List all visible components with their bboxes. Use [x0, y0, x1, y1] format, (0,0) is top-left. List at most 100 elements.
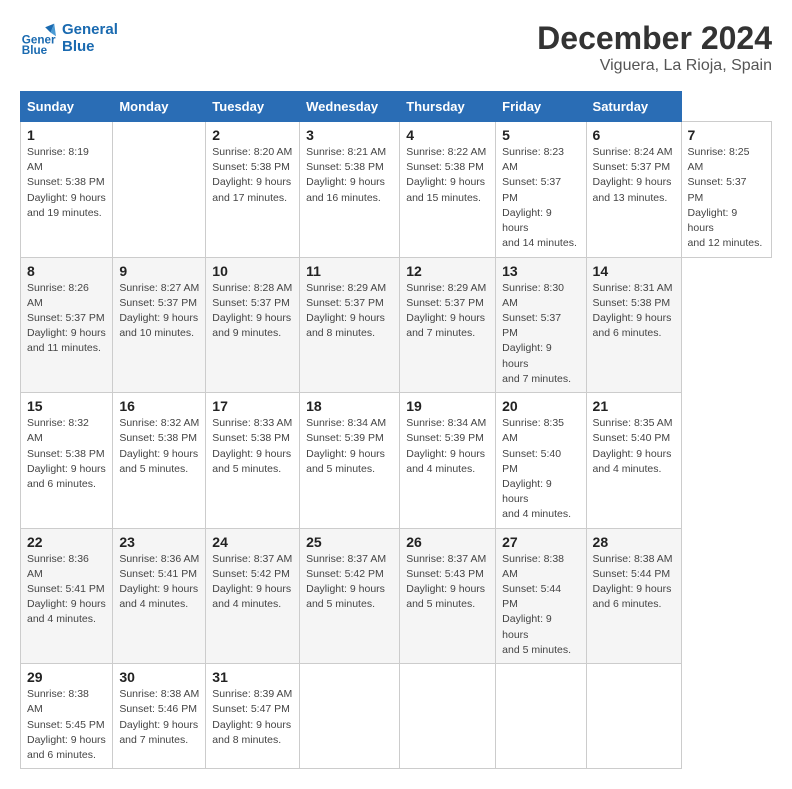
- day-info: Sunrise: 8:28 AMSunset: 5:37 PMDaylight:…: [212, 281, 293, 342]
- day-number: 9: [119, 263, 199, 279]
- calendar-cell-20: 20 Sunrise: 8:35 AMSunset: 5:40 PMDayligh…: [496, 393, 586, 529]
- title-block: December 2024 Viguera, La Rioja, Spain: [537, 20, 772, 75]
- calendar-cell-31: 31 Sunrise: 8:39 AMSunset: 5:47 PMDayligh…: [206, 664, 300, 769]
- day-info: Sunrise: 8:38 AMSunset: 5:45 PMDaylight:…: [27, 687, 106, 763]
- day-number: 18: [306, 398, 393, 414]
- day-header-monday: Monday: [113, 92, 206, 122]
- day-number: 22: [27, 534, 106, 550]
- svg-text:Blue: Blue: [22, 44, 48, 56]
- day-info: Sunrise: 8:36 AMSunset: 5:41 PMDaylight:…: [27, 552, 106, 628]
- day-number: 8: [27, 263, 106, 279]
- calendar-cell-29: 29Sunrise: 8:38 AMSunset: 5:45 PMDayligh…: [21, 664, 113, 769]
- day-info: Sunrise: 8:33 AMSunset: 5:38 PMDaylight:…: [212, 416, 293, 477]
- day-header-saturday: Saturday: [586, 92, 681, 122]
- day-info: Sunrise: 8:23 AMSunset: 5:37 PMDaylight:…: [502, 145, 579, 252]
- calendar-cell-18: 18 Sunrise: 8:34 AMSunset: 5:39 PMDayligh…: [300, 393, 400, 529]
- day-number: 21: [593, 398, 675, 414]
- calendar-week-5: 29Sunrise: 8:38 AMSunset: 5:45 PMDayligh…: [21, 664, 772, 769]
- calendar-cell-8: 8Sunrise: 8:26 AMSunset: 5:37 PMDaylight…: [21, 257, 113, 393]
- calendar-cell-1: 1 Sunrise: 8:19 AMSunset: 5:38 PMDaylight…: [21, 122, 113, 258]
- day-info: Sunrise: 8:37 AMSunset: 5:42 PMDaylight:…: [306, 552, 393, 613]
- day-number: 10: [212, 263, 293, 279]
- day-header-wednesday: Wednesday: [300, 92, 400, 122]
- day-number: 25: [306, 534, 393, 550]
- day-number: 17: [212, 398, 293, 414]
- day-info: Sunrise: 8:38 AMSunset: 5:44 PMDaylight:…: [502, 552, 579, 659]
- calendar-empty: [496, 664, 586, 769]
- calendar-week-1: 1 Sunrise: 8:19 AMSunset: 5:38 PMDaylight…: [21, 122, 772, 258]
- day-number: 2: [212, 127, 293, 143]
- day-info: Sunrise: 8:39 AMSunset: 5:47 PMDaylight:…: [212, 687, 293, 748]
- day-number: 16: [119, 398, 199, 414]
- day-number: 19: [406, 398, 489, 414]
- calendar-cell-5: 5 Sunrise: 8:23 AMSunset: 5:37 PMDaylight…: [496, 122, 586, 258]
- calendar-empty: [586, 664, 681, 769]
- day-number: 3: [306, 127, 393, 143]
- day-number: 20: [502, 398, 579, 414]
- day-number: 23: [119, 534, 199, 550]
- calendar-cell-12: 12 Sunrise: 8:29 AMSunset: 5:37 PMDayligh…: [400, 257, 496, 393]
- calendar-cell-3: 3 Sunrise: 8:21 AMSunset: 5:38 PMDaylight…: [300, 122, 400, 258]
- calendar-cell-17: 17 Sunrise: 8:33 AMSunset: 5:38 PMDayligh…: [206, 393, 300, 529]
- day-number: 7: [688, 127, 765, 143]
- day-info: Sunrise: 8:22 AMSunset: 5:38 PMDaylight:…: [406, 145, 489, 206]
- day-number: 11: [306, 263, 393, 279]
- month-title: December 2024: [537, 20, 772, 57]
- day-info: Sunrise: 8:35 AMSunset: 5:40 PMDaylight:…: [502, 416, 579, 523]
- day-info: Sunrise: 8:30 AMSunset: 5:37 PMDaylight:…: [502, 281, 579, 388]
- day-info: Sunrise: 8:37 AMSunset: 5:42 PMDaylight:…: [212, 552, 293, 613]
- calendar-header-row: SundayMondayTuesdayWednesdayThursdayFrid…: [21, 92, 772, 122]
- page-header: General Blue General Blue December 2024 …: [20, 20, 772, 75]
- day-number: 27: [502, 534, 579, 550]
- day-number: 24: [212, 534, 293, 550]
- day-info: Sunrise: 8:32 AMSunset: 5:38 PMDaylight:…: [119, 416, 199, 477]
- day-number: 15: [27, 398, 106, 414]
- calendar-cell-28: 28 Sunrise: 8:38 AMSunset: 5:44 PMDayligh…: [586, 528, 681, 664]
- calendar-empty: [400, 664, 496, 769]
- calendar-week-4: 22 Sunrise: 8:36 AMSunset: 5:41 PMDayligh…: [21, 528, 772, 664]
- day-info: Sunrise: 8:38 AMSunset: 5:44 PMDaylight:…: [593, 552, 675, 613]
- calendar-week-2: 8Sunrise: 8:26 AMSunset: 5:37 PMDaylight…: [21, 257, 772, 393]
- day-number: 5: [502, 127, 579, 143]
- day-header-friday: Friday: [496, 92, 586, 122]
- calendar-cell-9: 9 Sunrise: 8:27 AMSunset: 5:37 PMDaylight…: [113, 257, 206, 393]
- calendar-cell-16: 16 Sunrise: 8:32 AMSunset: 5:38 PMDayligh…: [113, 393, 206, 529]
- calendar-cell-19: 19 Sunrise: 8:34 AMSunset: 5:39 PMDayligh…: [400, 393, 496, 529]
- day-info: Sunrise: 8:20 AMSunset: 5:38 PMDaylight:…: [212, 145, 293, 206]
- day-info: Sunrise: 8:25 AMSunset: 5:37 PMDaylight:…: [688, 145, 765, 252]
- day-number: 13: [502, 263, 579, 279]
- calendar-cell-6: 6 Sunrise: 8:24 AMSunset: 5:37 PMDaylight…: [586, 122, 681, 258]
- day-info: Sunrise: 8:31 AMSunset: 5:38 PMDaylight:…: [593, 281, 675, 342]
- day-number: 6: [593, 127, 675, 143]
- day-number: 1: [27, 127, 106, 143]
- calendar-cell-21: 21 Sunrise: 8:35 AMSunset: 5:40 PMDayligh…: [586, 393, 681, 529]
- day-header-sunday: Sunday: [21, 92, 113, 122]
- logo: General Blue General Blue: [20, 20, 118, 56]
- day-number: 4: [406, 127, 489, 143]
- calendar-table: SundayMondayTuesdayWednesdayThursdayFrid…: [20, 91, 772, 769]
- calendar-cell-23: 23Sunrise: 8:36 AMSunset: 5:41 PMDayligh…: [113, 528, 206, 664]
- logo-general: General: [62, 21, 118, 38]
- day-header-thursday: Thursday: [400, 92, 496, 122]
- day-number: 14: [593, 263, 675, 279]
- calendar-cell-7: 7 Sunrise: 8:25 AMSunset: 5:37 PMDaylight…: [681, 122, 771, 258]
- calendar-cell-27: 27 Sunrise: 8:38 AMSunset: 5:44 PMDayligh…: [496, 528, 586, 664]
- calendar-week-3: 15 Sunrise: 8:32 AMSunset: 5:38 PMDayligh…: [21, 393, 772, 529]
- day-info: Sunrise: 8:21 AMSunset: 5:38 PMDaylight:…: [306, 145, 393, 206]
- calendar-cell-2: 2 Sunrise: 8:20 AMSunset: 5:38 PMDaylight…: [206, 122, 300, 258]
- calendar-cell-24: 24 Sunrise: 8:37 AMSunset: 5:42 PMDayligh…: [206, 528, 300, 664]
- day-number: 28: [593, 534, 675, 550]
- day-number: 30: [119, 669, 199, 685]
- calendar-cell-15: 15Sunrise: 8:32 AMSunset: 5:38 PMDayligh…: [21, 393, 113, 529]
- day-number: 31: [212, 669, 293, 685]
- day-info: Sunrise: 8:34 AMSunset: 5:39 PMDaylight:…: [306, 416, 393, 477]
- day-info: Sunrise: 8:27 AMSunset: 5:37 PMDaylight:…: [119, 281, 199, 342]
- day-info: Sunrise: 8:34 AMSunset: 5:39 PMDaylight:…: [406, 416, 489, 477]
- calendar-cell-14: 14 Sunrise: 8:31 AMSunset: 5:38 PMDayligh…: [586, 257, 681, 393]
- calendar-cell-10: 10 Sunrise: 8:28 AMSunset: 5:37 PMDayligh…: [206, 257, 300, 393]
- day-info: Sunrise: 8:19 AMSunset: 5:38 PMDaylight:…: [27, 145, 106, 221]
- day-info: Sunrise: 8:35 AMSunset: 5:40 PMDaylight:…: [593, 416, 675, 477]
- day-info: Sunrise: 8:24 AMSunset: 5:37 PMDaylight:…: [593, 145, 675, 206]
- day-info: Sunrise: 8:29 AMSunset: 5:37 PMDaylight:…: [406, 281, 489, 342]
- day-number: 12: [406, 263, 489, 279]
